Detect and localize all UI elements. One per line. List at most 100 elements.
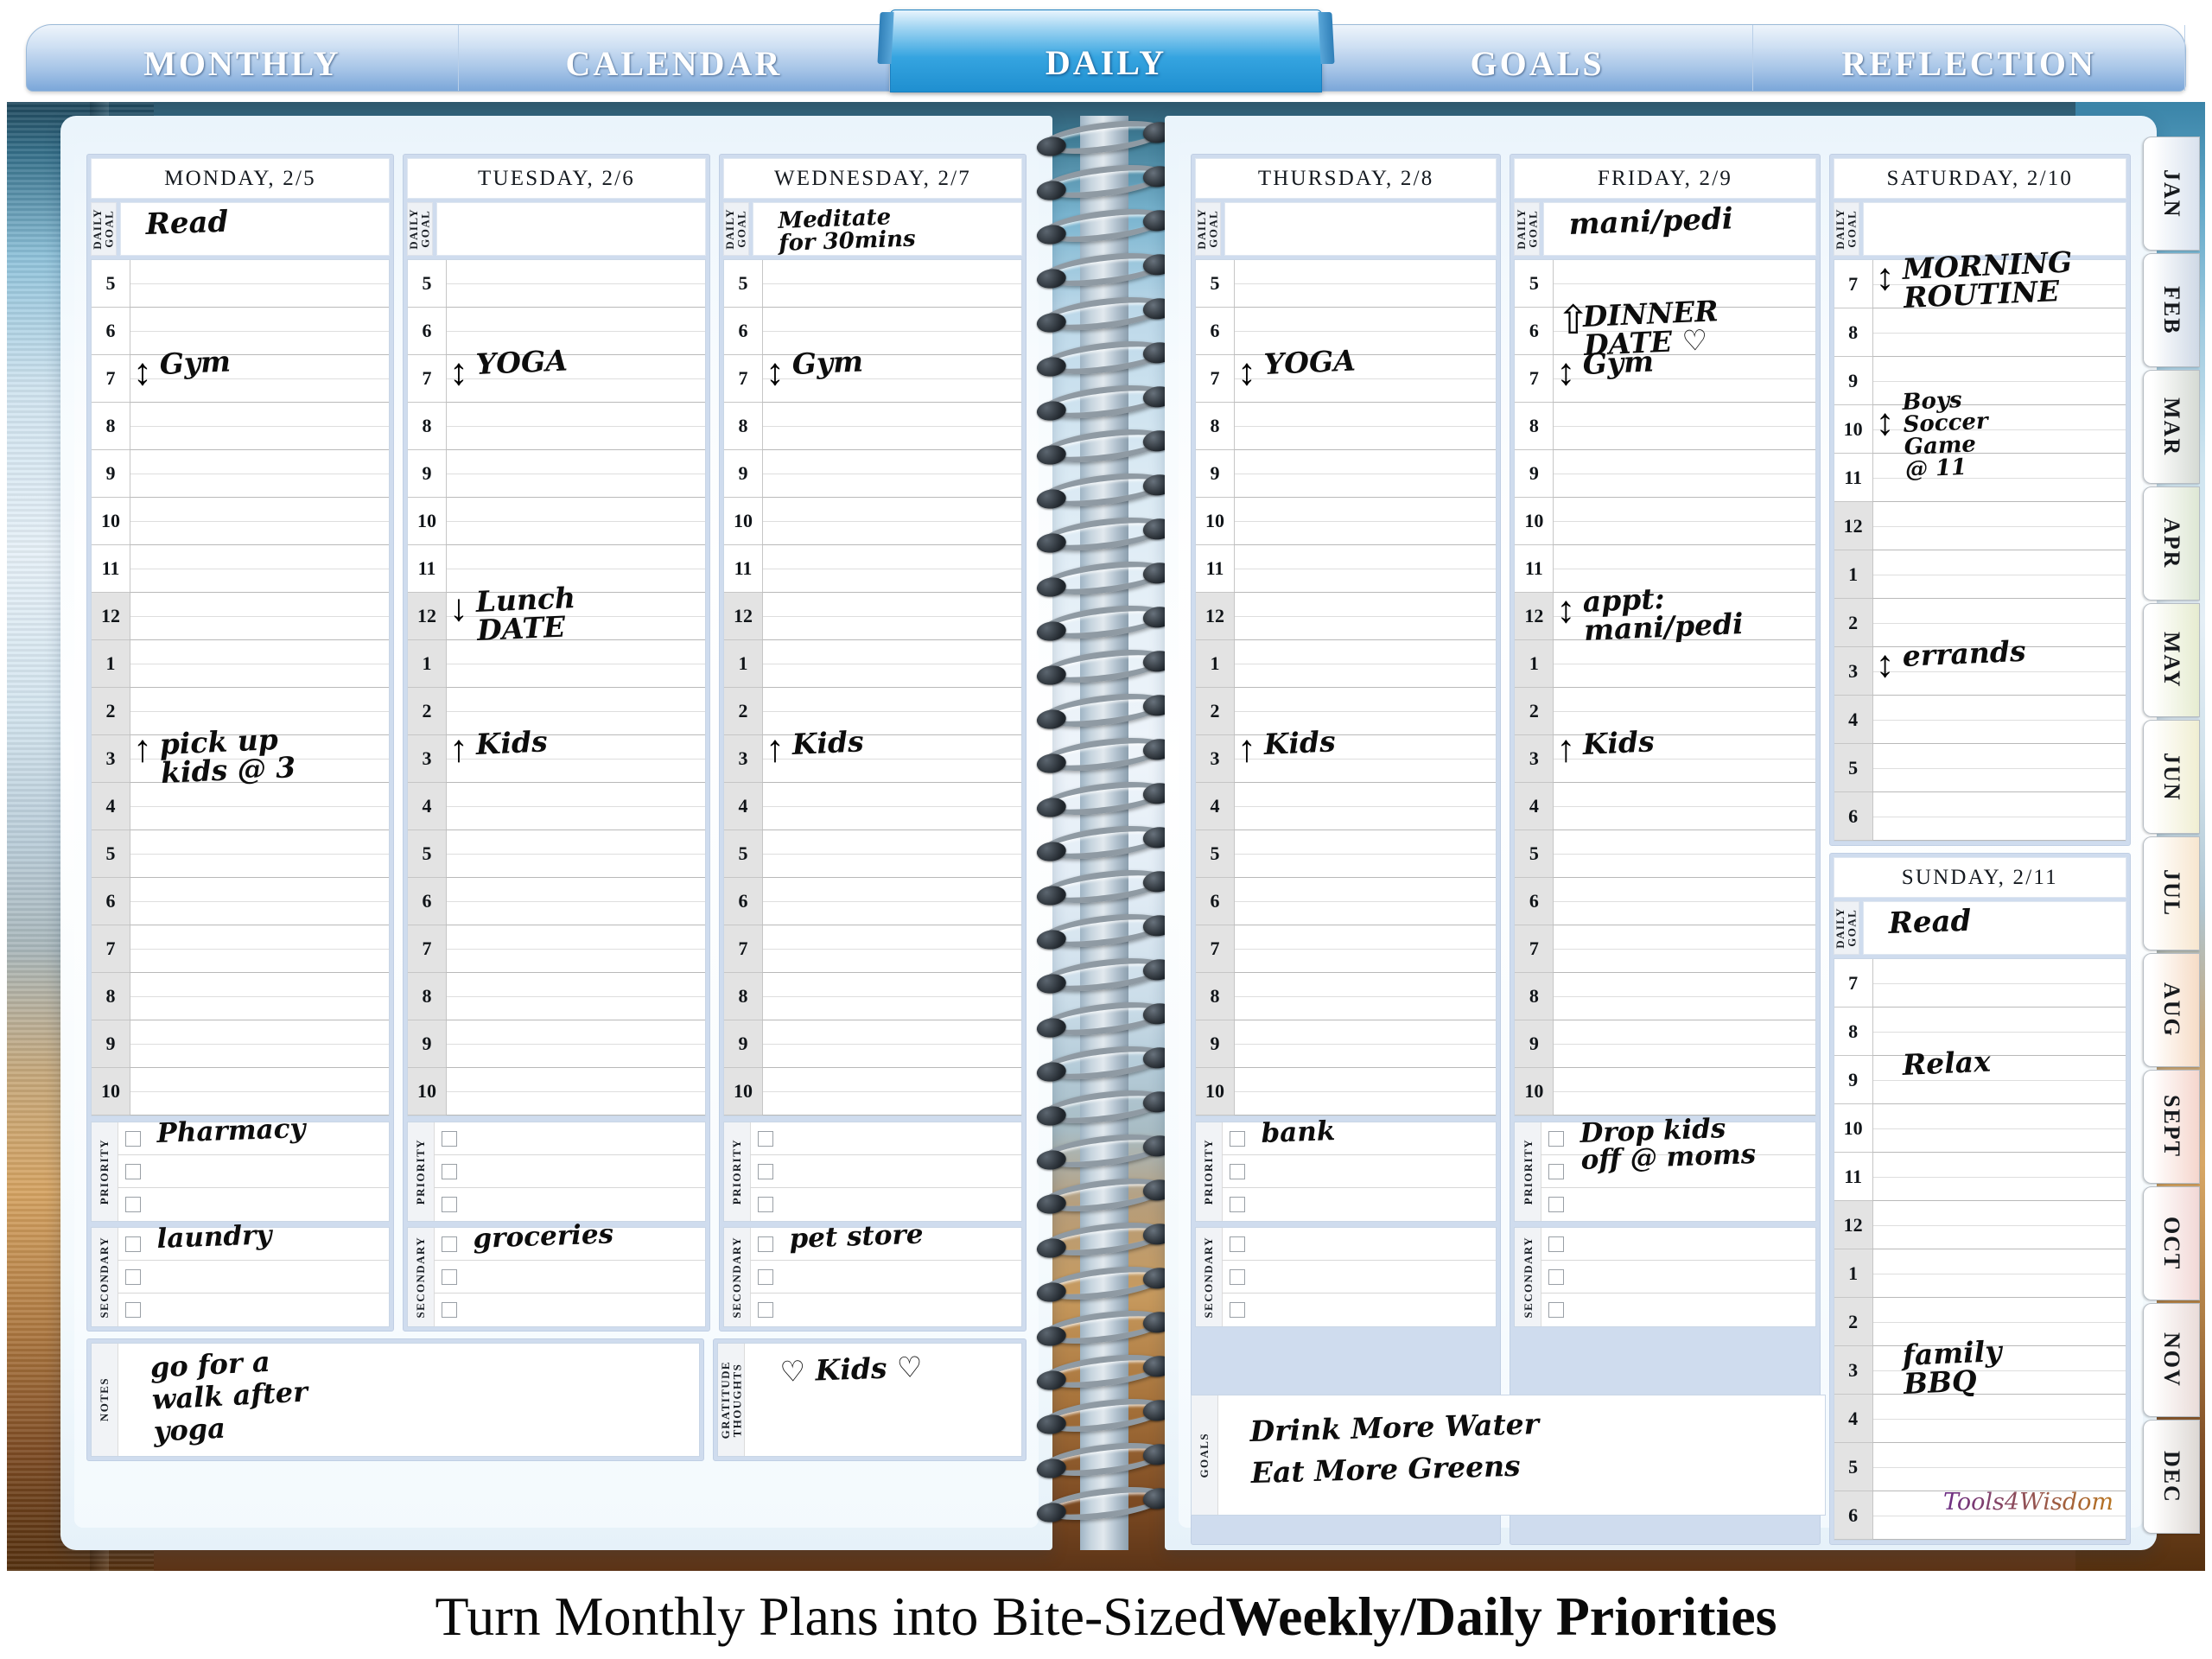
list-item[interactable] bbox=[750, 1261, 1021, 1294]
list-item[interactable] bbox=[434, 1261, 705, 1294]
hour-slot[interactable] bbox=[1234, 640, 1497, 688]
hour-slot[interactable] bbox=[1872, 744, 2126, 792]
hour-slot[interactable] bbox=[1872, 1298, 2126, 1346]
hour-slot[interactable] bbox=[1872, 1395, 2126, 1443]
hour-slot[interactable] bbox=[1553, 450, 1815, 498]
hour-slot[interactable] bbox=[1553, 498, 1815, 545]
hour-slot[interactable] bbox=[1234, 688, 1497, 735]
hour-slot[interactable] bbox=[762, 735, 1021, 783]
day-column-saturday-daily-goal-box[interactable] bbox=[1862, 202, 2126, 256]
checkbox[interactable] bbox=[1548, 1197, 1565, 1212]
checkbox[interactable] bbox=[442, 1268, 457, 1285]
month-tab-mar[interactable]: MAR bbox=[2143, 370, 2200, 484]
hour-slot[interactable] bbox=[446, 308, 705, 355]
hour-slot[interactable] bbox=[1872, 696, 2126, 744]
list-item[interactable] bbox=[1541, 1294, 1815, 1326]
hour-slot[interactable] bbox=[446, 640, 705, 688]
list-item[interactable]: bank bbox=[1222, 1116, 1497, 1155]
list-item[interactable]: Drop kids off @ moms bbox=[1541, 1113, 1815, 1176]
hour-slot[interactable] bbox=[1553, 593, 1815, 640]
hour-slot[interactable] bbox=[130, 355, 389, 403]
hour-slot[interactable] bbox=[1234, 308, 1497, 355]
hour-slot[interactable] bbox=[1872, 599, 2126, 647]
hour-slot[interactable] bbox=[762, 1020, 1021, 1068]
month-tab-sept[interactable]: SEPT bbox=[2143, 1070, 2200, 1184]
list-item[interactable] bbox=[434, 1188, 705, 1221]
hour-slot[interactable] bbox=[1234, 498, 1497, 545]
hour-slot[interactable] bbox=[1553, 545, 1815, 593]
checkbox[interactable] bbox=[442, 1163, 457, 1179]
checkbox[interactable] bbox=[1548, 1236, 1565, 1252]
hour-slot[interactable] bbox=[762, 545, 1021, 593]
checkbox[interactable] bbox=[442, 1197, 457, 1212]
hour-slot[interactable] bbox=[762, 498, 1021, 545]
list-item[interactable]: laundry bbox=[118, 1219, 389, 1261]
checkbox[interactable] bbox=[125, 1163, 141, 1179]
hour-slot[interactable] bbox=[1234, 925, 1497, 973]
day-column-sunday-daily-goal-box[interactable]: Read bbox=[1862, 901, 2126, 955]
hour-slot[interactable] bbox=[446, 355, 705, 403]
checkbox[interactable] bbox=[1548, 1130, 1565, 1147]
hour-slot[interactable] bbox=[446, 1068, 705, 1116]
checkbox[interactable] bbox=[125, 1236, 141, 1252]
hour-slot[interactable] bbox=[762, 688, 1021, 735]
hour-slot[interactable] bbox=[446, 498, 705, 545]
hour-slot[interactable] bbox=[130, 593, 389, 640]
checkbox[interactable] bbox=[1230, 1268, 1245, 1285]
hour-slot[interactable] bbox=[1872, 1056, 2126, 1104]
month-tab-aug[interactable]: AUG bbox=[2143, 953, 2200, 1067]
hour-slot[interactable] bbox=[1553, 688, 1815, 735]
hour-slot[interactable] bbox=[130, 688, 389, 735]
hour-slot[interactable] bbox=[1872, 454, 2126, 502]
list-item[interactable]: pet store bbox=[750, 1219, 1021, 1261]
hour-slot[interactable] bbox=[446, 973, 705, 1020]
list-item[interactable] bbox=[1222, 1228, 1497, 1261]
month-tab-jul[interactable]: JUL bbox=[2143, 836, 2200, 950]
hour-slot[interactable] bbox=[1872, 959, 2126, 1007]
hour-slot[interactable] bbox=[1553, 783, 1815, 830]
checkbox[interactable] bbox=[442, 1236, 457, 1252]
list-item[interactable] bbox=[118, 1155, 389, 1188]
hour-slot[interactable] bbox=[130, 925, 389, 973]
hour-slot[interactable] bbox=[1872, 1007, 2126, 1056]
tab-monthly[interactable]: MONTHLY bbox=[27, 25, 459, 91]
checkbox[interactable] bbox=[442, 1130, 457, 1147]
hour-slot[interactable] bbox=[446, 260, 705, 308]
checkbox[interactable] bbox=[125, 1302, 141, 1318]
hour-slot[interactable] bbox=[1234, 783, 1497, 830]
checkbox[interactable] bbox=[1230, 1197, 1245, 1212]
hour-slot[interactable] bbox=[1872, 308, 2126, 357]
day-column-0-daily-goal-box[interactable]: Read bbox=[120, 202, 390, 256]
list-item[interactable] bbox=[1541, 1228, 1815, 1261]
hour-slot[interactable] bbox=[762, 1068, 1021, 1116]
hour-slot[interactable] bbox=[1234, 735, 1497, 783]
hour-slot[interactable] bbox=[762, 355, 1021, 403]
hour-slot[interactable] bbox=[762, 640, 1021, 688]
hour-slot[interactable] bbox=[130, 878, 389, 925]
list-item[interactable]: groceries bbox=[434, 1218, 705, 1261]
tab-daily[interactable]: DAILY bbox=[890, 10, 1322, 92]
hour-slot[interactable] bbox=[130, 498, 389, 545]
hour-slot[interactable] bbox=[130, 735, 389, 783]
month-tab-jan[interactable]: JAN bbox=[2143, 137, 2200, 251]
list-item[interactable] bbox=[750, 1188, 1021, 1221]
month-tab-may[interactable]: MAY bbox=[2143, 603, 2200, 717]
hour-slot[interactable] bbox=[1872, 502, 2126, 550]
checkbox[interactable] bbox=[758, 1197, 773, 1212]
checkbox[interactable] bbox=[1548, 1163, 1565, 1179]
hour-slot[interactable] bbox=[1234, 355, 1497, 403]
month-tab-feb[interactable]: FEB bbox=[2143, 253, 2200, 367]
list-item[interactable]: Pharmacy bbox=[118, 1113, 389, 1155]
list-item[interactable] bbox=[434, 1294, 705, 1326]
hour-slot[interactable] bbox=[1872, 1153, 2126, 1201]
hour-slot[interactable] bbox=[446, 783, 705, 830]
hour-slot[interactable] bbox=[1872, 550, 2126, 599]
checkbox[interactable] bbox=[758, 1268, 773, 1285]
hour-slot[interactable] bbox=[1872, 1104, 2126, 1153]
tab-goals[interactable]: GOALS bbox=[1322, 25, 1754, 91]
day-column-2-daily-goal-box[interactable]: Meditate for 30mins bbox=[753, 202, 1022, 257]
hour-slot[interactable] bbox=[762, 783, 1021, 830]
hour-slot[interactable] bbox=[1553, 355, 1815, 403]
goals-body[interactable]: Drink More Water Eat More Greens bbox=[1217, 1395, 1825, 1515]
hour-slot[interactable] bbox=[446, 830, 705, 878]
